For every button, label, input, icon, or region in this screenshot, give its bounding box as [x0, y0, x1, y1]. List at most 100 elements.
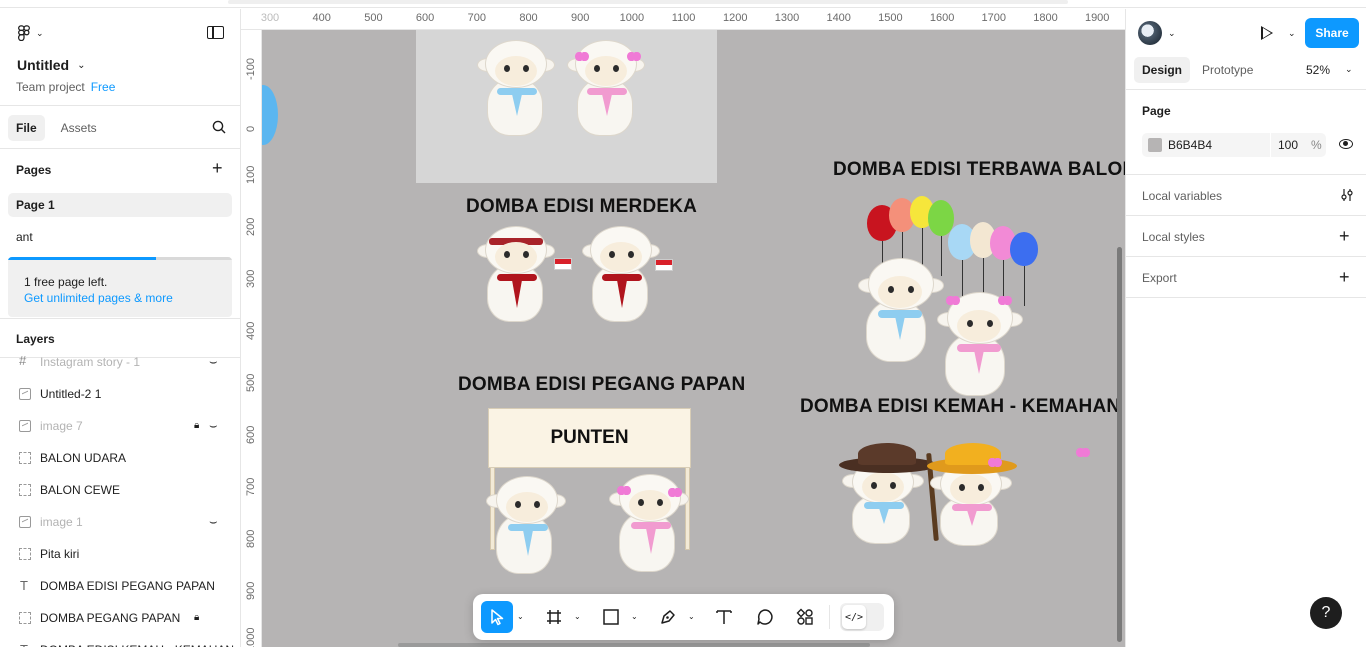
dev-mode-toggle[interactable]: </>	[840, 603, 884, 631]
page-fill-row[interactable]: B6B4B4 100 %	[1142, 133, 1326, 157]
upgrade-link[interactable]: Get unlimited pages & more	[24, 291, 173, 305]
heading-merdeka[interactable]: DOMBA EDISI MERDEKA	[466, 196, 697, 218]
sheep-balloon-boy[interactable]	[858, 258, 948, 368]
layer-name: Untitled-2 1	[40, 387, 102, 401]
ruler-tick-label: 500	[245, 373, 257, 392]
comment-icon	[757, 609, 773, 625]
canvas[interactable]: DOMBA EDISI MERDEKA DOMBA EDISI TERBAWA …	[262, 30, 1125, 647]
zoom-level[interactable]: 52%	[1306, 63, 1330, 77]
ruler-tick-label: 1200	[723, 12, 748, 24]
right-panel: ⌄ ⌄ Share Design Prototype 52% ⌄ Page B6…	[1125, 9, 1366, 647]
local-styles-label[interactable]: Local styles	[1142, 230, 1205, 244]
lock-icon[interactable]: 🔒︎	[194, 612, 199, 623]
user-avatar[interactable]	[1138, 21, 1162, 45]
horizontal-ruler: 300 400 500 600 700 800 900 1000 1100 1200 1300 140…	[241, 9, 1125, 30]
search-icon[interactable]	[212, 120, 226, 134]
actions-icon	[796, 608, 813, 625]
shape-tool-button[interactable]	[595, 601, 627, 633]
vertical-scrollbar[interactable]	[1117, 247, 1122, 642]
layer-row[interactable]: BALON UDARA	[0, 442, 240, 474]
chevron-down-icon: ⌄	[36, 27, 44, 38]
layer-row[interactable]: Pita kiri	[0, 538, 240, 570]
sheep-board-boy[interactable]	[484, 476, 574, 581]
add-export-plus-icon[interactable]: +	[1339, 268, 1350, 286]
main-menu-button[interactable]: ⌄	[16, 25, 44, 41]
add-page-plus-icon[interactable]: +	[212, 159, 223, 177]
sheep-merdeka-girl[interactable]	[582, 226, 662, 326]
frame-tool-button[interactable]	[538, 601, 570, 633]
share-button[interactable]: Share	[1305, 18, 1359, 48]
text-icon	[716, 610, 732, 624]
export-label[interactable]: Export	[1142, 271, 1177, 285]
sheep-balloon-girl[interactable]	[937, 292, 1027, 402]
local-variables-label[interactable]: Local variables	[1142, 189, 1222, 203]
tab-assets[interactable]: Assets	[53, 115, 105, 141]
chevron-down-icon[interactable]: ⌄	[517, 612, 524, 621]
sheep-camp-girl[interactable]	[930, 462, 1020, 552]
tab-design[interactable]: Design	[1134, 57, 1191, 83]
lock-icon[interactable]: 🔒︎	[194, 420, 199, 431]
layer-row[interactable]: image 7 🔒︎ ⌣	[0, 410, 240, 442]
file-title-text: Untitled	[17, 57, 70, 73]
file-name[interactable]: Untitled ⌄	[17, 57, 86, 73]
ruler-tick-label: 900	[245, 581, 257, 600]
layer-row[interactable]: DOMBA EDISI KEMAH - KEMAHAN	[0, 634, 240, 647]
sheep-merdeka-boy[interactable]	[477, 226, 557, 326]
hidden-eye-icon[interactable]: ⌣	[209, 354, 218, 370]
page-color-hex[interactable]: B6B4B4	[1168, 138, 1212, 152]
variables-icon[interactable]	[1340, 188, 1354, 202]
actions-tool-button[interactable]	[789, 601, 821, 633]
heading-balon[interactable]: DOMBA EDISI TERBAWA BALON	[833, 159, 1125, 181]
sheep-blue-tie[interactable]	[477, 40, 557, 140]
chevron-down-icon[interactable]: ⌄	[1288, 28, 1296, 39]
add-style-plus-icon[interactable]: +	[1339, 227, 1350, 245]
hidden-eye-icon[interactable]: ⌣	[209, 514, 218, 530]
board-text[interactable]: PUNTEN	[488, 427, 691, 449]
ruler-tick-label: 100	[245, 165, 257, 184]
chevron-down-icon[interactable]: ⌄	[631, 612, 638, 621]
layer-row[interactable]: BALON CEWE	[0, 474, 240, 506]
help-button[interactable]: ?	[1310, 597, 1342, 629]
toggle-sidebar-icon[interactable]	[207, 26, 224, 39]
page-item-page-1[interactable]: Page 1	[8, 193, 232, 217]
layer-row[interactable]: DOMBA PEGANG PAPAN 🔒︎	[0, 602, 240, 634]
divider	[1126, 215, 1366, 216]
page-color-swatch[interactable]	[1148, 138, 1162, 152]
layer-name: Pita kiri	[40, 547, 80, 561]
divider	[0, 318, 240, 319]
ruler-tick-label: 1400	[826, 12, 851, 24]
tab-prototype[interactable]: Prototype	[1194, 57, 1261, 83]
pink-bow	[668, 488, 682, 497]
plan-badge[interactable]: Free	[91, 80, 116, 94]
tab-file[interactable]: File	[8, 115, 45, 141]
page-item-ant[interactable]: ant	[8, 225, 232, 249]
hidden-eye-icon[interactable]: ⌣	[209, 418, 218, 434]
page-opacity[interactable]: 100	[1278, 138, 1298, 152]
heading-papan[interactable]: DOMBA EDISI PEGANG PAPAN	[458, 374, 745, 396]
group-icon	[19, 484, 31, 496]
layer-row[interactable]: Instagram story - 1⌣	[0, 346, 240, 378]
ruler-tick-label: 300	[245, 269, 257, 288]
chevron-down-icon[interactable]: ⌄	[574, 612, 581, 621]
chevron-down-icon[interactable]: ⌄	[688, 612, 695, 621]
layer-row[interactable]: DOMBA EDISI PEGANG PAPAN	[0, 570, 240, 602]
comment-tool-button[interactable]	[749, 601, 781, 633]
layer-row[interactable]: image 1 ⌣	[0, 506, 240, 538]
present-play-icon[interactable]	[1261, 26, 1273, 40]
layer-row[interactable]: Untitled-2 1	[0, 378, 240, 410]
chevron-down-icon[interactable]: ⌄	[1345, 64, 1353, 75]
heading-kemah[interactable]: DOMBA EDISI KEMAH - KEMAHAN	[800, 396, 1120, 418]
move-tool-button[interactable]	[481, 601, 513, 633]
pita-kiri-bow[interactable]	[1076, 448, 1090, 457]
chevron-down-icon[interactable]: ⌄	[1168, 28, 1176, 39]
ruler-tick-label: 1000	[245, 627, 257, 647]
sheep-camp-boy[interactable]	[842, 460, 932, 550]
horizontal-scrollbar[interactable]	[398, 643, 870, 647]
ruler-tick-label: 900	[571, 12, 590, 24]
eye-icon[interactable]	[1339, 139, 1353, 149]
pen-tool-button[interactable]	[652, 601, 684, 633]
text-tool-button[interactable]	[708, 601, 740, 633]
layers-list: Instagram story - 1⌣Untitled-2 1image 7🔒…	[0, 346, 240, 647]
partial-blue-shape[interactable]	[262, 85, 278, 145]
chevron-down-icon: ⌄	[77, 59, 86, 71]
